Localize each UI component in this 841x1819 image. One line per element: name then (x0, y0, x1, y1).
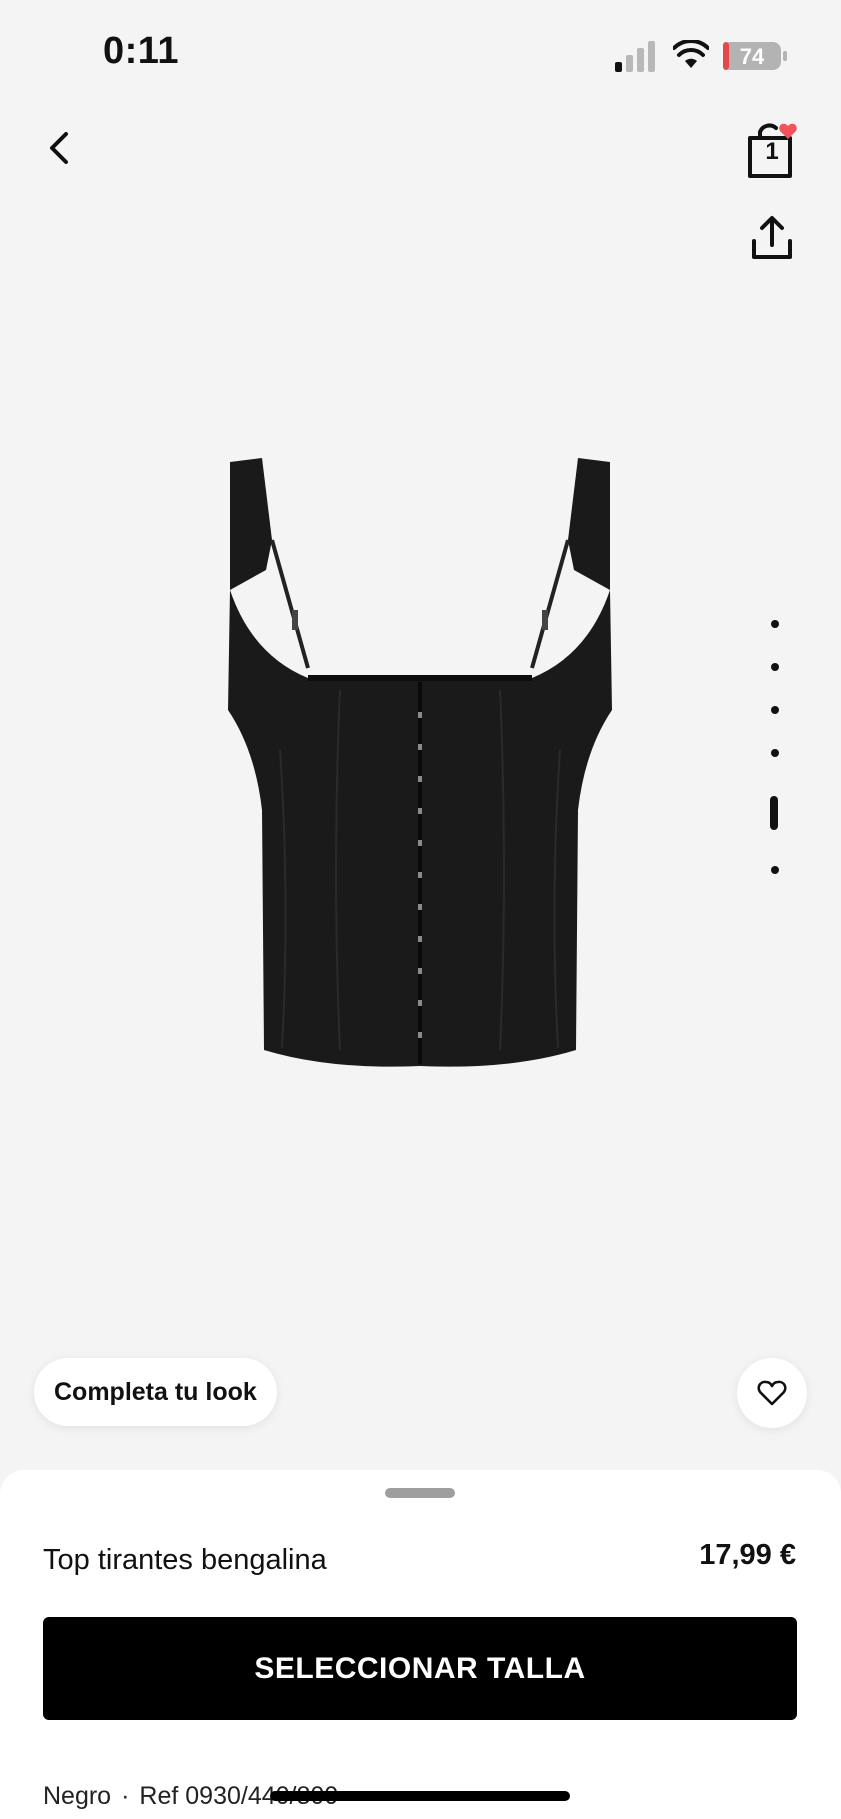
product-name: Top tirantes bengalina (43, 1544, 327, 1576)
bag-count-badge: 1 (765, 138, 779, 165)
status-time: 0:11 (103, 30, 179, 72)
product-image[interactable] (210, 450, 630, 1080)
battery-charging-icon: 74 (723, 42, 787, 70)
pager-dot[interactable] (771, 706, 779, 714)
meta-separator: · (121, 1782, 130, 1810)
signal-icon (615, 41, 655, 72)
share-button[interactable] (750, 215, 794, 261)
home-indicator[interactable] (270, 1791, 570, 1801)
product-price: 17,99 € (699, 1539, 796, 1571)
pager-dot[interactable] (771, 866, 779, 874)
heart-icon (757, 1380, 787, 1406)
pager-dot[interactable] (771, 749, 779, 757)
image-pager[interactable] (768, 620, 782, 880)
select-size-button[interactable]: SELECCIONAR TALLA (43, 1617, 797, 1720)
wifi-icon (673, 40, 709, 68)
back-button[interactable] (42, 128, 78, 168)
pager-dot-active[interactable] (770, 796, 778, 830)
pager-dot[interactable] (771, 663, 779, 671)
product-color: Negro (43, 1782, 112, 1810)
battery-level: 74 (740, 44, 765, 69)
sheet-handle[interactable] (385, 1488, 455, 1498)
pager-dot[interactable] (771, 620, 779, 628)
favorite-button[interactable] (737, 1358, 807, 1428)
complete-look-button[interactable]: Completa tu look (34, 1358, 277, 1426)
